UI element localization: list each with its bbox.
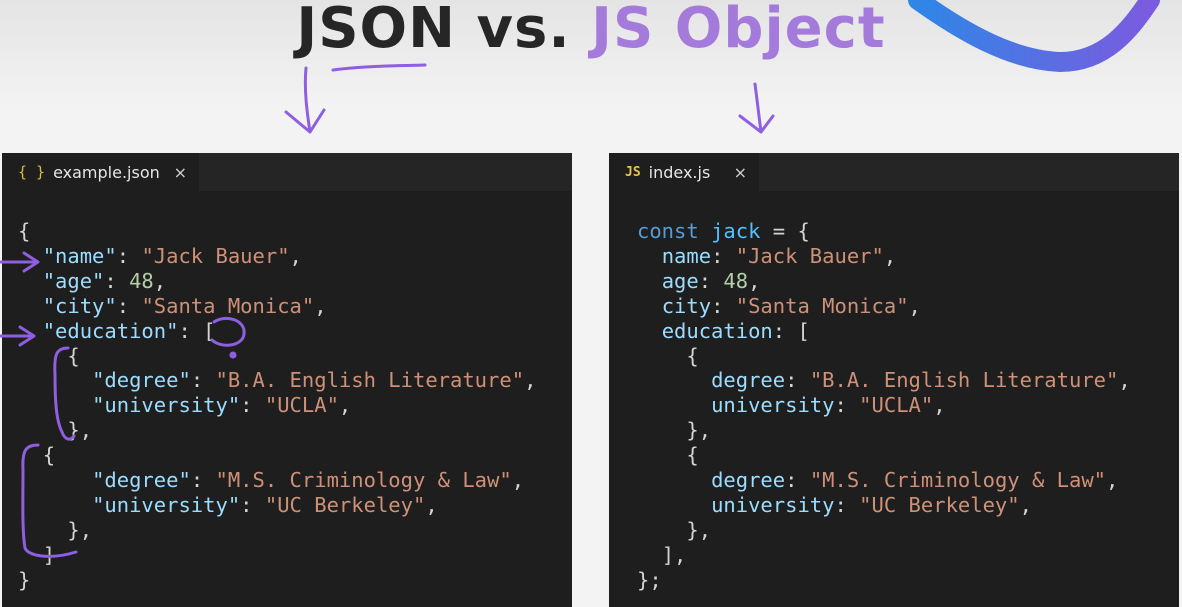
json-file-icon: { } <box>18 163 46 181</box>
code-editor[interactable]: { "name": "Jack Bauer", "age": 48, "city… <box>18 219 536 593</box>
tab-example-json[interactable]: { } example.json × <box>2 153 199 191</box>
code-string: "Santa Monica" <box>735 293 909 318</box>
code-token: ], <box>661 542 687 567</box>
code-token: [ <box>203 318 216 343</box>
code-key: "city" <box>42 293 117 318</box>
code-string: "Santa Monica" <box>141 293 315 318</box>
code-token: }, <box>686 517 712 542</box>
code-number: 48 <box>129 268 154 293</box>
code-key: "degree" <box>92 468 191 493</box>
code-token: }, <box>67 517 93 542</box>
code-keyword: const <box>637 219 699 243</box>
code-token: }; <box>637 567 662 592</box>
code-key: "age" <box>42 268 105 293</box>
code-number: 48 <box>723 268 749 293</box>
code-string: "UCLA" <box>859 393 934 418</box>
code-token: { <box>42 443 56 468</box>
tab-label: index.js <box>648 162 711 182</box>
tab-bar: JS index.js × <box>609 153 1179 191</box>
code-string: "Jack Bauer" <box>735 243 884 268</box>
code-string: "B.A. English Literature" <box>215 368 525 393</box>
code-key: degree <box>711 468 786 493</box>
code-token: { <box>18 219 31 243</box>
json-editor-panel: { } example.json × { "name": "Jack Bauer… <box>2 153 572 607</box>
code-variable: jack <box>711 219 761 243</box>
title-json: JSON <box>296 0 457 61</box>
code-string: "M.S. Criminology & Law" <box>809 468 1107 493</box>
code-token: }, <box>686 418 712 443</box>
code-key: name <box>661 243 712 268</box>
code-key: "name" <box>42 243 117 268</box>
code-key: city <box>661 293 712 318</box>
tab-index-js[interactable]: JS index.js × <box>609 153 759 191</box>
code-string: "Jack Bauer" <box>141 243 290 268</box>
page-title: JSON vs. JS Object <box>0 0 1182 61</box>
code-key: "university" <box>92 492 241 517</box>
code-string: "UC Berkeley" <box>264 492 426 517</box>
code-key: university <box>711 492 835 517</box>
code-key: university <box>711 393 835 418</box>
code-string: "UC Berkeley" <box>859 492 1020 517</box>
js-editor-panel: JS index.js × const jack = { name: "Jack… <box>609 153 1179 607</box>
code-token: { <box>686 443 699 468</box>
code-key: "university" <box>92 393 241 418</box>
code-editor[interactable]: const jack = { name: "Jack Bauer", age: … <box>637 219 1131 593</box>
js-file-icon: JS <box>625 164 641 180</box>
code-token: { <box>686 343 699 368</box>
code-string: "M.S. Criminology & Law" <box>215 468 512 493</box>
close-icon[interactable]: × <box>174 163 187 182</box>
code-token: } <box>18 567 31 592</box>
code-token: = { <box>772 219 810 243</box>
code-token: ] <box>42 542 56 567</box>
code-key: education <box>661 318 773 343</box>
tab-label: example.json <box>53 162 160 182</box>
close-icon[interactable]: × <box>734 163 747 182</box>
code-string: "B.A. English Literature" <box>809 368 1119 393</box>
code-key: "education" <box>42 318 179 343</box>
code-key: "degree" <box>92 368 191 393</box>
code-token: [ <box>797 318 810 343</box>
code-key: degree <box>711 368 786 393</box>
code-token: { <box>67 343 80 368</box>
title-vs: vs. <box>476 0 571 61</box>
code-string: "UCLA" <box>264 393 339 418</box>
tab-bar: { } example.json × <box>2 153 572 191</box>
title-js-object: JS Object <box>591 0 886 61</box>
code-token: }, <box>67 418 93 443</box>
code-key: age <box>661 268 699 293</box>
